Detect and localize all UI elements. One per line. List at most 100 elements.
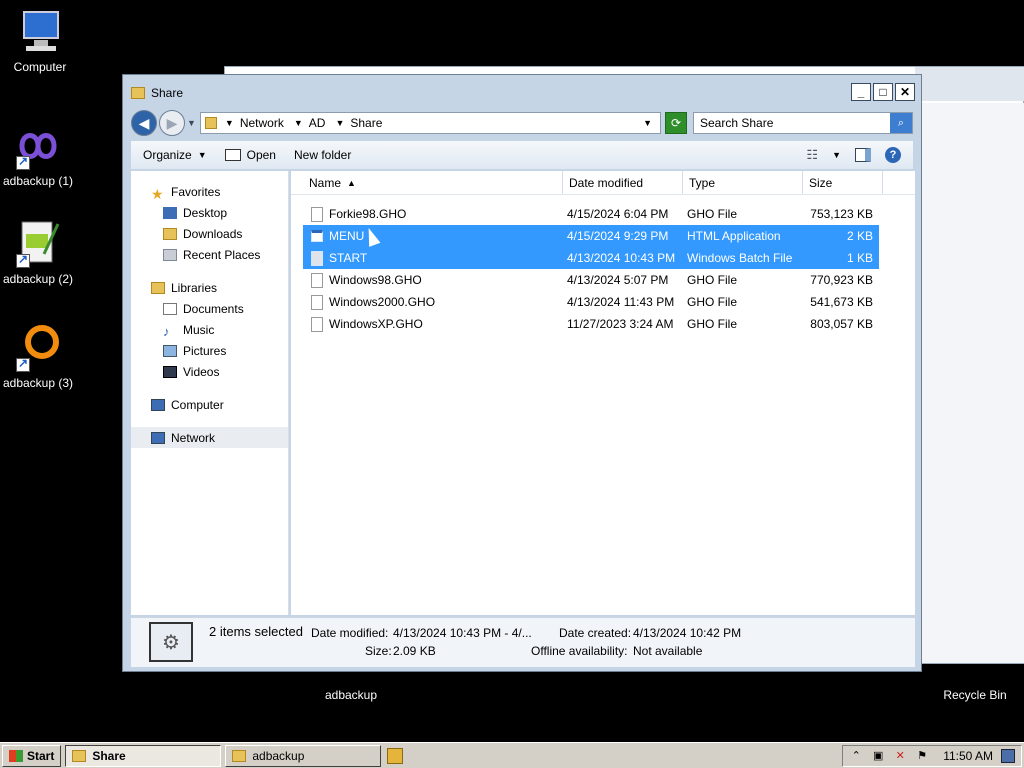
folder-icon xyxy=(131,87,145,99)
videos-icon xyxy=(163,365,177,378)
preview-pane-icon[interactable] xyxy=(855,148,871,162)
infinity-app-icon xyxy=(14,122,62,170)
window-titlebar[interactable]: Share xyxy=(131,83,913,103)
column-date-modified[interactable]: Date modified xyxy=(563,171,683,194)
view-options-icon[interactable]: ☷ xyxy=(806,147,818,163)
file-name: Windows98.GHO xyxy=(329,273,422,287)
nav-recent-places[interactable]: Recent Places xyxy=(131,244,288,265)
shortcut-arrow-icon xyxy=(16,154,30,170)
file-row[interactable]: WindowsXP.GHO 11/27/2023 3:24 AM GHO Fil… xyxy=(303,313,879,335)
date-created-label: Date created: xyxy=(559,626,632,640)
back-button[interactable]: ◀ xyxy=(131,110,157,136)
nav-label: Computer xyxy=(171,397,224,412)
breadcrumb-chevron-icon[interactable]: ▼ xyxy=(294,118,303,128)
forward-button[interactable]: ▶ xyxy=(159,110,185,136)
desktop-icon-label: adbackup (1) xyxy=(2,174,74,188)
desktop-icon-adbackup-3[interactable]: adbackup (3) xyxy=(0,324,78,390)
column-type-label: Type xyxy=(689,175,716,190)
file-name: Forkie98.GHO xyxy=(329,207,407,221)
breadcrumb-network[interactable]: Network xyxy=(240,116,284,130)
nav-desktop[interactable]: Desktop xyxy=(131,202,288,223)
clock[interactable]: 11:50 AM xyxy=(943,749,993,763)
nav-computer[interactable]: Computer xyxy=(131,394,288,415)
file-size: 1 KB xyxy=(846,251,873,265)
help-icon[interactable]: ? xyxy=(885,147,901,163)
new-folder-label: New folder xyxy=(293,148,352,162)
selection-count: 2 items selected xyxy=(209,624,303,639)
refresh-button[interactable]: ⟳ xyxy=(665,112,687,134)
start-button[interactable]: Start xyxy=(2,744,62,767)
desktop-icon-label: Computer xyxy=(13,60,67,74)
search-input[interactable]: Search Share ⌕ xyxy=(693,112,913,134)
desktop-icon-recycle-bin[interactable]: Recycle Bin xyxy=(935,670,1015,702)
file-row[interactable]: START 4/13/2024 10:43 PM Windows Batch F… xyxy=(303,247,879,269)
date-modified-label: Date modified: xyxy=(311,626,389,640)
file-name: START xyxy=(329,251,368,265)
nav-pictures[interactable]: Pictures xyxy=(131,340,288,361)
view-dropdown-icon[interactable]: ▼ xyxy=(832,150,841,160)
batch-file-gear-icon xyxy=(311,250,323,266)
desktop-icon-label: adbackup (3) xyxy=(2,376,74,390)
show-desktop-icon[interactable] xyxy=(1001,748,1015,763)
search-icon[interactable]: ⌕ xyxy=(890,113,912,133)
new-folder-button[interactable]: New folder xyxy=(294,148,351,162)
recent-pages-dropdown[interactable]: ▼ xyxy=(187,118,196,128)
breadcrumb-ad[interactable]: AD xyxy=(309,116,326,130)
file-row[interactable]: Forkie98.GHO 4/15/2024 6:04 PM GHO File … xyxy=(303,203,879,225)
desktop-icon-adbackup-2[interactable]: adbackup (2) xyxy=(0,220,78,286)
quick-launch-icon[interactable] xyxy=(387,747,404,764)
navigation-pane: ★ Favorites Desktop Downloads Recent Pla… xyxy=(131,171,289,615)
column-type[interactable]: Type xyxy=(683,171,803,194)
file-icon xyxy=(311,206,323,222)
downloads-folder-icon xyxy=(163,227,177,240)
breadcrumb-chevron-icon[interactable]: ▼ xyxy=(335,118,344,128)
maximize-button[interactable]: □ xyxy=(873,83,893,101)
file-row[interactable]: Windows2000.GHO 4/13/2024 11:43 PM GHO F… xyxy=(303,291,879,313)
volume-muted-icon[interactable]: ✕ xyxy=(893,749,907,763)
file-icon xyxy=(311,316,323,332)
nav-favorites[interactable]: ★ Favorites xyxy=(131,181,288,202)
size-label: Size: xyxy=(365,644,392,658)
organize-button[interactable]: Organize ▼ xyxy=(143,148,207,162)
desktop-icon xyxy=(163,206,177,219)
address-bar[interactable]: ▼ Network ▼ AD ▼ Share ▼ xyxy=(199,112,661,134)
command-bar: Organize ▼ Open New folder ☷ ▼ ? xyxy=(131,141,913,169)
nav-libraries[interactable]: Libraries xyxy=(131,277,288,298)
taskbar-button-share[interactable]: Share xyxy=(65,744,222,767)
nav-videos[interactable]: Videos xyxy=(131,361,288,382)
file-row[interactable]: Windows98.GHO 4/13/2024 5:07 PM GHO File… xyxy=(303,269,879,291)
open-button[interactable]: Open xyxy=(224,148,276,162)
column-size[interactable]: Size xyxy=(803,171,883,194)
search-placeholder: Search Share xyxy=(700,116,774,130)
desktop-icon-adbackup-1[interactable]: adbackup (1) xyxy=(0,122,78,188)
address-row: ◀ ▶ ▼ ▼ Network ▼ AD ▼ Share ▼ ⟳ Search … xyxy=(131,109,913,137)
flag-icon[interactable]: ⚑ xyxy=(915,749,929,763)
explorer-window[interactable]: Share _ □ ✕ ◀ ▶ ▼ ▼ Network ▼ AD ▼ Share… xyxy=(122,74,922,672)
desktop-icon-computer[interactable]: Computer xyxy=(0,8,80,74)
chevron-up-icon[interactable]: ⌃ xyxy=(849,749,863,763)
address-dropdown-icon[interactable]: ▼ xyxy=(643,118,652,128)
breadcrumb-chevron-icon[interactable]: ▼ xyxy=(225,118,234,128)
nav-music[interactable]: ♪ Music xyxy=(131,319,288,340)
taskbar-button-adbackup[interactable]: adbackup xyxy=(225,744,382,767)
file-date: 4/13/2024 5:07 PM xyxy=(567,273,669,287)
file-row[interactable]: MENU 4/15/2024 9:29 PM HTML Application … xyxy=(303,225,879,247)
minimize-button[interactable]: _ xyxy=(851,83,871,101)
nav-downloads[interactable]: Downloads xyxy=(131,223,288,244)
shortcut-arrow-icon xyxy=(16,356,30,372)
column-name[interactable]: Name ▲ xyxy=(291,171,563,194)
network-tray-icon[interactable]: ▣ xyxy=(871,749,885,763)
nav-network[interactable]: Network xyxy=(131,427,288,448)
close-button[interactable]: ✕ xyxy=(895,83,915,101)
taskbar: Start Share adbackup ⌃ ▣ ✕ ⚑ 11:50 AM xyxy=(0,742,1024,768)
nav-label: Documents xyxy=(183,301,244,316)
file-name: WindowsXP.GHO xyxy=(329,317,423,331)
desktop-icon-label: adbackup xyxy=(324,688,378,702)
offline-value: Not available xyxy=(633,644,703,658)
task-label: adbackup xyxy=(252,748,305,763)
breadcrumb-share[interactable]: Share xyxy=(350,116,382,130)
file-size: 803,057 KB xyxy=(810,317,873,331)
nav-documents[interactable]: Documents xyxy=(131,298,288,319)
organize-label: Organize xyxy=(143,148,192,162)
desktop-icon-adbackup[interactable]: adbackup xyxy=(311,670,391,702)
